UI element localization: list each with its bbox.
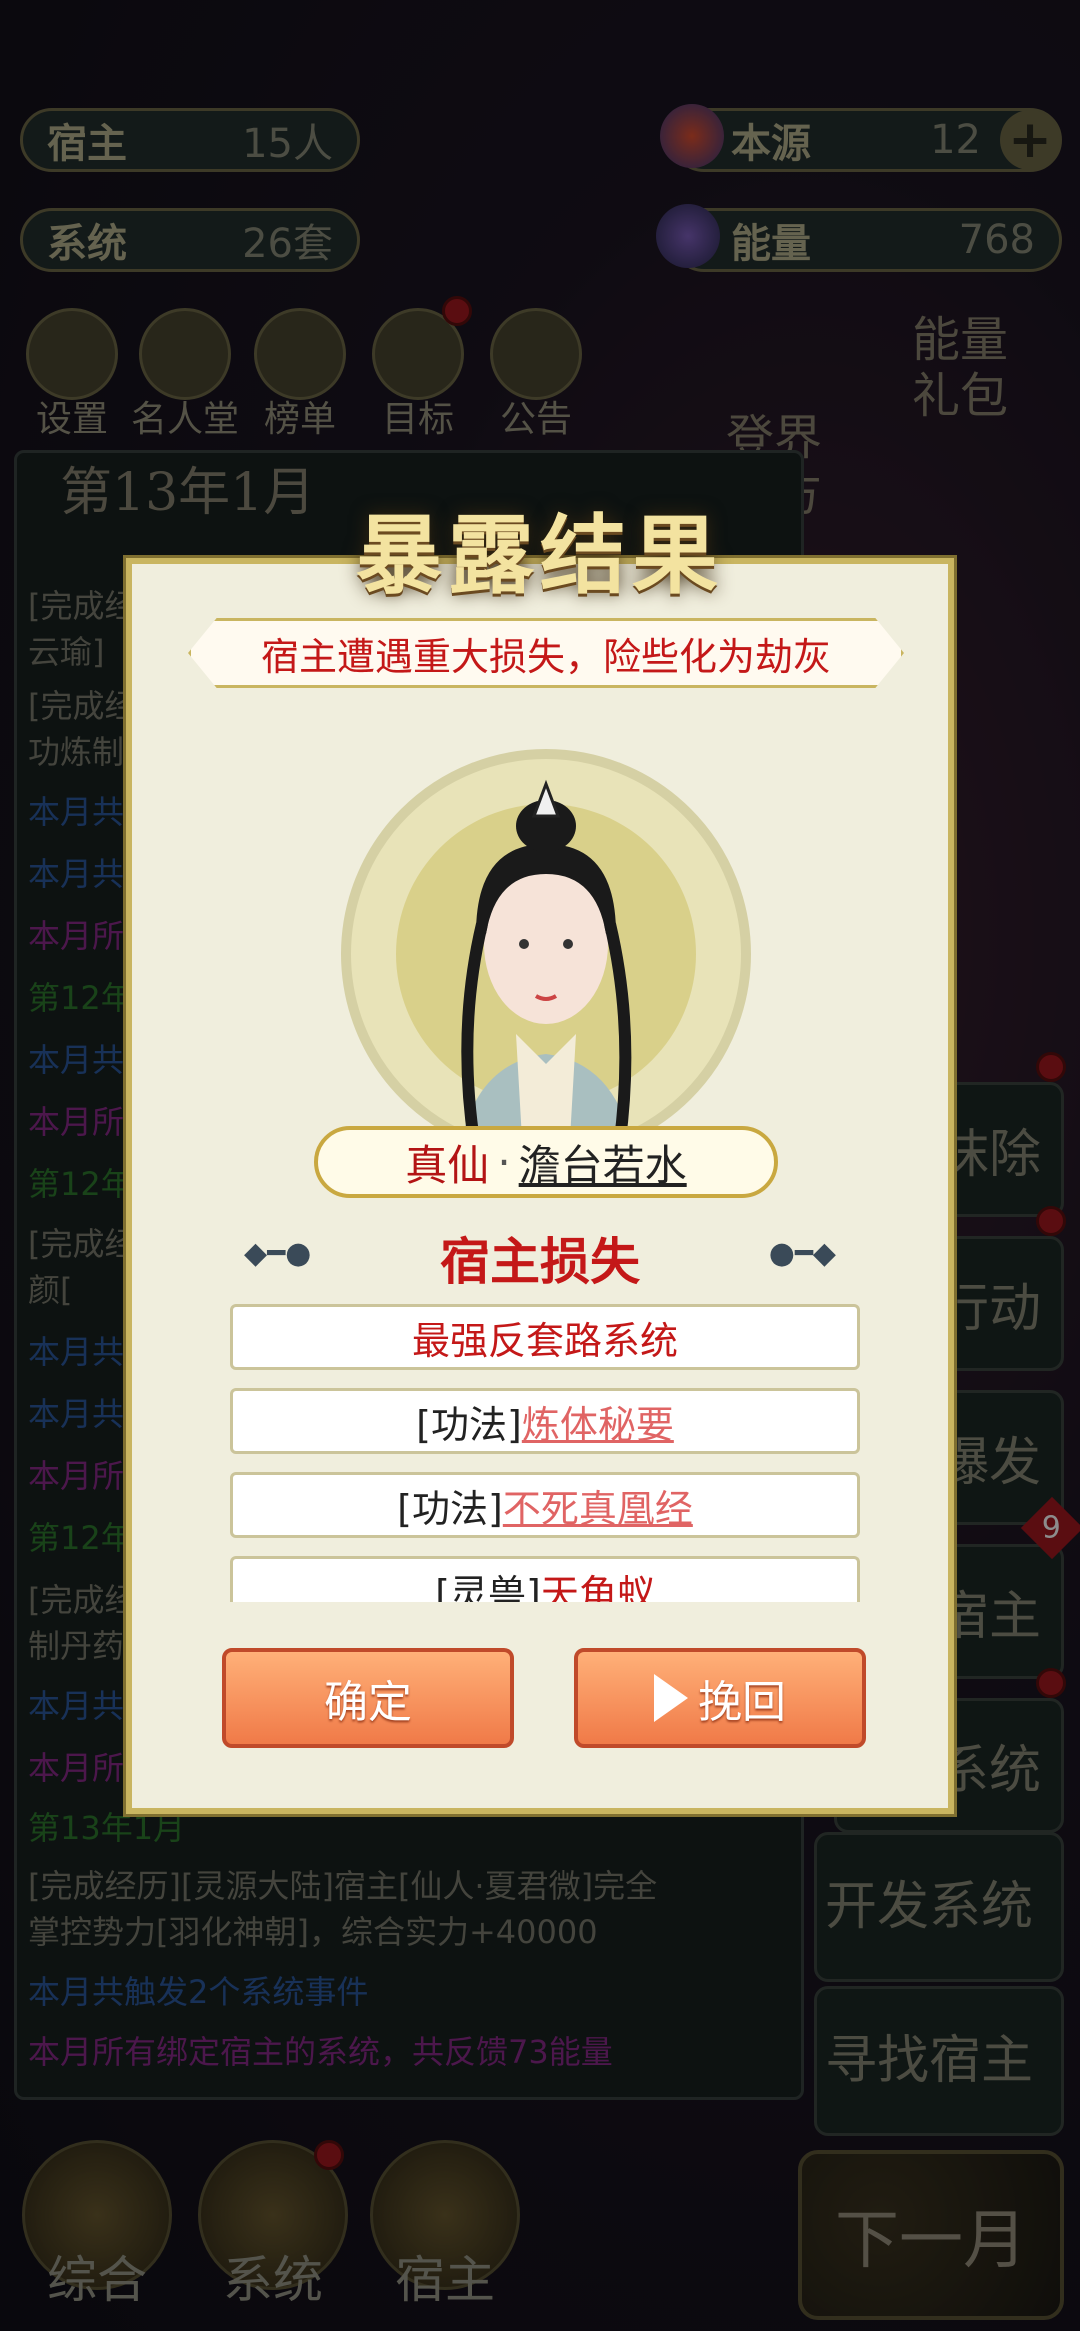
confirm-button-label: 确定 [324,1677,412,1728]
loss-item: 最强反套路系统 [230,1304,860,1370]
loss-item-prefix: [灵兽] [435,1572,541,1602]
exposure-result-dialog: 宿主遭遇重大损失，险些化为劫灰 真仙 · 澹台若水 ◆━● ●━◆ 宿主损失 最… [126,558,954,1814]
loss-item-name[interactable]: 天角蚁 [541,1563,655,1602]
loss-item[interactable]: [灵兽] 天角蚁 [230,1556,860,1602]
loss-item-prefix: [功法] [416,1402,522,1447]
host-name-link[interactable]: 澹台若水 [519,1132,687,1193]
loss-item-name[interactable]: 炼体秘要 [522,1394,674,1449]
dialog-title: 暴露结果 [356,505,724,606]
loss-item-prefix: [功法] [397,1486,503,1531]
loss-item[interactable]: [功法] 不死真凰经 [230,1472,860,1538]
loss-item-name: 最强反套路系统 [411,1318,678,1363]
host-loss-heading: 宿主损失 [440,1233,640,1291]
host-rank: 真仙 [405,1140,490,1190]
name-separator: · [497,1137,511,1187]
loss-item-name[interactable]: 不死真凰经 [503,1478,693,1533]
play-video-icon [654,1674,688,1722]
host-portrait [341,749,751,1174]
recover-button-label: 挽回 [698,1677,786,1728]
result-banner: 宿主遭遇重大损失，险些化为劫灰 [188,618,904,688]
confirm-button[interactable]: 确定 [222,1648,514,1748]
loss-item[interactable]: [功法] 炼体秘要 [230,1388,860,1454]
host-name-bar: 真仙 · 澹台若水 [314,1126,778,1198]
recover-button[interactable]: 挽回 [574,1648,866,1748]
